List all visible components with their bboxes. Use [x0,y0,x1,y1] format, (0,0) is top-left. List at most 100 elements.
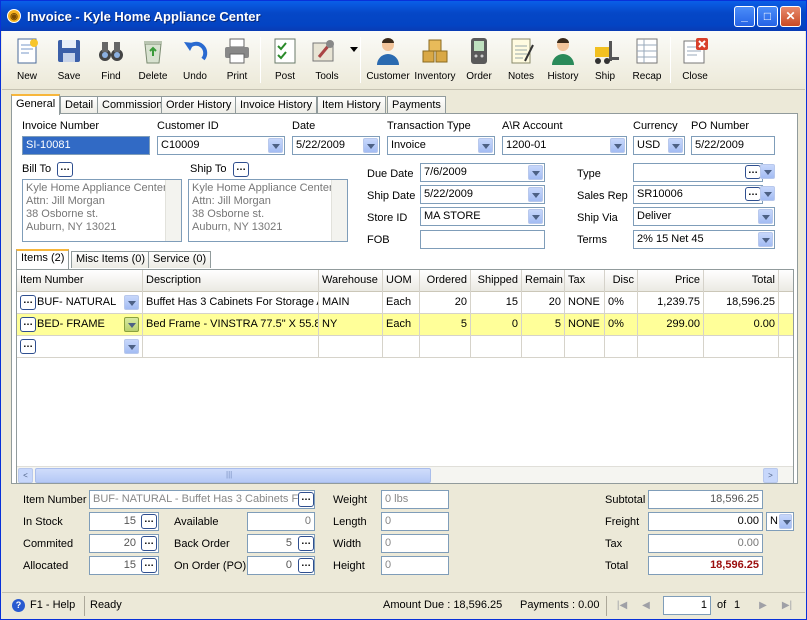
tab-order-history[interactable]: Order History [161,96,237,114]
page-number-field[interactable]: 1 [663,596,711,615]
chevron-down-icon[interactable] [124,295,139,310]
type-lookup-button[interactable]: … [745,165,761,179]
fob-field[interactable] [420,230,545,249]
chevron-down-icon[interactable] [124,317,139,332]
description-cell[interactable]: Buffet Has 3 Cabinets For Storage A [143,292,319,314]
disc-cell[interactable]: 0% [605,314,638,336]
help-shortcut[interactable]: F1 - Help [26,596,79,616]
ship-via-select[interactable]: Deliver [633,207,775,226]
tax-cell[interactable]: NONE [565,292,605,314]
shipped-cell[interactable]: 0 [471,314,522,336]
find-button[interactable]: Find [88,33,134,87]
ordered-cell[interactable]: 5 [420,314,471,336]
shipped-cell[interactable]: 15 [471,292,522,314]
chevron-down-icon[interactable] [478,138,493,153]
inventory-button[interactable]: Inventory [410,33,460,87]
title-bar[interactable]: ◉ Invoice - Kyle Home Appliance Center _… [1,1,806,31]
total-cell[interactable] [704,336,779,358]
disc-cell[interactable]: 0% [605,292,638,314]
column-header-disc[interactable]: Disc [605,270,638,292]
column-header-description[interactable]: Description [143,270,319,292]
bill-to-address[interactable]: Kyle Home Appliance Center Attn: Jill Mor… [22,179,182,242]
price-cell[interactable]: 299.00 [638,314,704,336]
new-button[interactable]: New [4,33,50,87]
maximize-button[interactable]: □ [757,6,778,27]
chevron-down-icon[interactable] [758,209,773,224]
invoice-number-field[interactable]: SI-10081 [22,136,150,155]
item-lookup-button[interactable]: … [20,317,36,332]
close-button[interactable]: Close [672,33,718,87]
allocated-lookup-button[interactable]: … [141,558,157,573]
column-header-total[interactable]: Total [704,270,779,292]
on-order-lookup-button[interactable]: … [298,558,314,573]
scrollbar[interactable] [331,180,347,241]
save-button[interactable]: Save [46,33,92,87]
due-date-field[interactable]: 7/6/2009 [420,163,545,182]
warehouse-cell[interactable]: NY [319,314,383,336]
tab-misc-items[interactable]: Misc Items (0) [71,251,151,268]
price-cell[interactable] [638,336,704,358]
committed-lookup-button[interactable]: … [141,536,157,551]
remain-cell[interactable]: 5 [522,314,565,336]
minimize-button[interactable]: _ [734,6,755,27]
delete-button[interactable]: Delete [130,33,176,87]
date-field[interactable]: 5/22/2009 [292,136,380,155]
table-row[interactable]: BUF- NATURAL … Buffet Has 3 Cabinets For… [17,292,793,314]
description-cell[interactable]: Bed Frame - VINSTRA 77.5" X 55.87 [143,314,319,336]
next-record-button[interactable]: ▶ [754,596,772,616]
order-button[interactable]: Order [456,33,502,87]
help-icon[interactable]: ? [12,599,25,612]
tab-commission[interactable]: Commission [97,96,168,114]
store-id-select[interactable]: MA STORE [420,207,545,226]
currency-select[interactable]: USD [633,136,685,155]
column-header-shipped[interactable]: Shipped [471,270,522,292]
print-button[interactable]: Print [214,33,260,87]
uom-cell[interactable]: Each [383,292,420,314]
customer-button[interactable]: Customer [364,33,412,87]
ship-button[interactable]: Ship [582,33,628,87]
shipped-cell[interactable] [471,336,522,358]
chevron-down-icon[interactable] [610,138,625,153]
chevron-down-icon[interactable] [668,138,683,153]
tab-detail[interactable]: Detail [60,96,99,114]
chevron-down-icon[interactable] [758,232,773,247]
chevron-down-icon[interactable] [268,138,283,153]
table-row[interactable]: BED- FRAME … Bed Frame - VINSTRA 77.5" X… [17,314,793,336]
uom-cell[interactable] [383,336,420,358]
chevron-down-icon[interactable] [528,165,543,180]
scrollbar-thumb[interactable]: ||| [35,468,431,483]
sales-rep-lookup-button[interactable]: … [745,187,761,201]
tab-service[interactable]: Service (0) [148,251,212,268]
disc-cell[interactable] [605,336,638,358]
freight-field[interactable]: 0.00 [648,512,763,531]
last-record-button[interactable]: ▶| [778,596,796,616]
chevron-down-icon[interactable] [363,138,378,153]
column-header-ordered[interactable]: Ordered [420,270,471,292]
column-header-tax[interactable]: Tax [565,270,605,292]
tab-invoice-history[interactable]: Invoice History [235,96,318,114]
tab-item-history[interactable]: Item History [317,96,386,114]
chevron-down-icon[interactable] [528,209,543,224]
column-header-remain[interactable]: Remain [522,270,565,292]
recap-button[interactable]: Recap [624,33,670,87]
warehouse-cell[interactable]: MAIN [319,292,383,314]
ship-to-address[interactable]: Kyle Home Appliance Center Attn: Jill Mor… [188,179,348,242]
ship-to-lookup-button[interactable]: … [233,162,249,177]
item-number-lookup-button[interactable]: … [298,492,314,507]
total-cell[interactable]: 0.00 [704,314,779,336]
terms-select[interactable]: 2% 15 Net 45 [633,230,775,249]
transaction-type-select[interactable]: Invoice [387,136,495,155]
tab-payments[interactable]: Payments [387,96,446,114]
remain-cell[interactable]: 20 [522,292,565,314]
description-cell[interactable] [143,336,319,358]
tools-button[interactable]: Tools [304,33,360,87]
freight-type-select[interactable]: N [766,512,794,531]
notes-button[interactable]: Notes [498,33,544,87]
previous-record-button[interactable]: ◀ [637,596,655,616]
chevron-down-icon[interactable] [779,514,792,529]
bill-to-lookup-button[interactable]: … [57,162,73,177]
po-number-field[interactable]: 5/22/2009 [691,136,775,155]
scrollbar[interactable] [165,180,181,241]
tax-cell[interactable]: NONE [565,314,605,336]
item-lookup-button[interactable]: … [20,295,36,310]
